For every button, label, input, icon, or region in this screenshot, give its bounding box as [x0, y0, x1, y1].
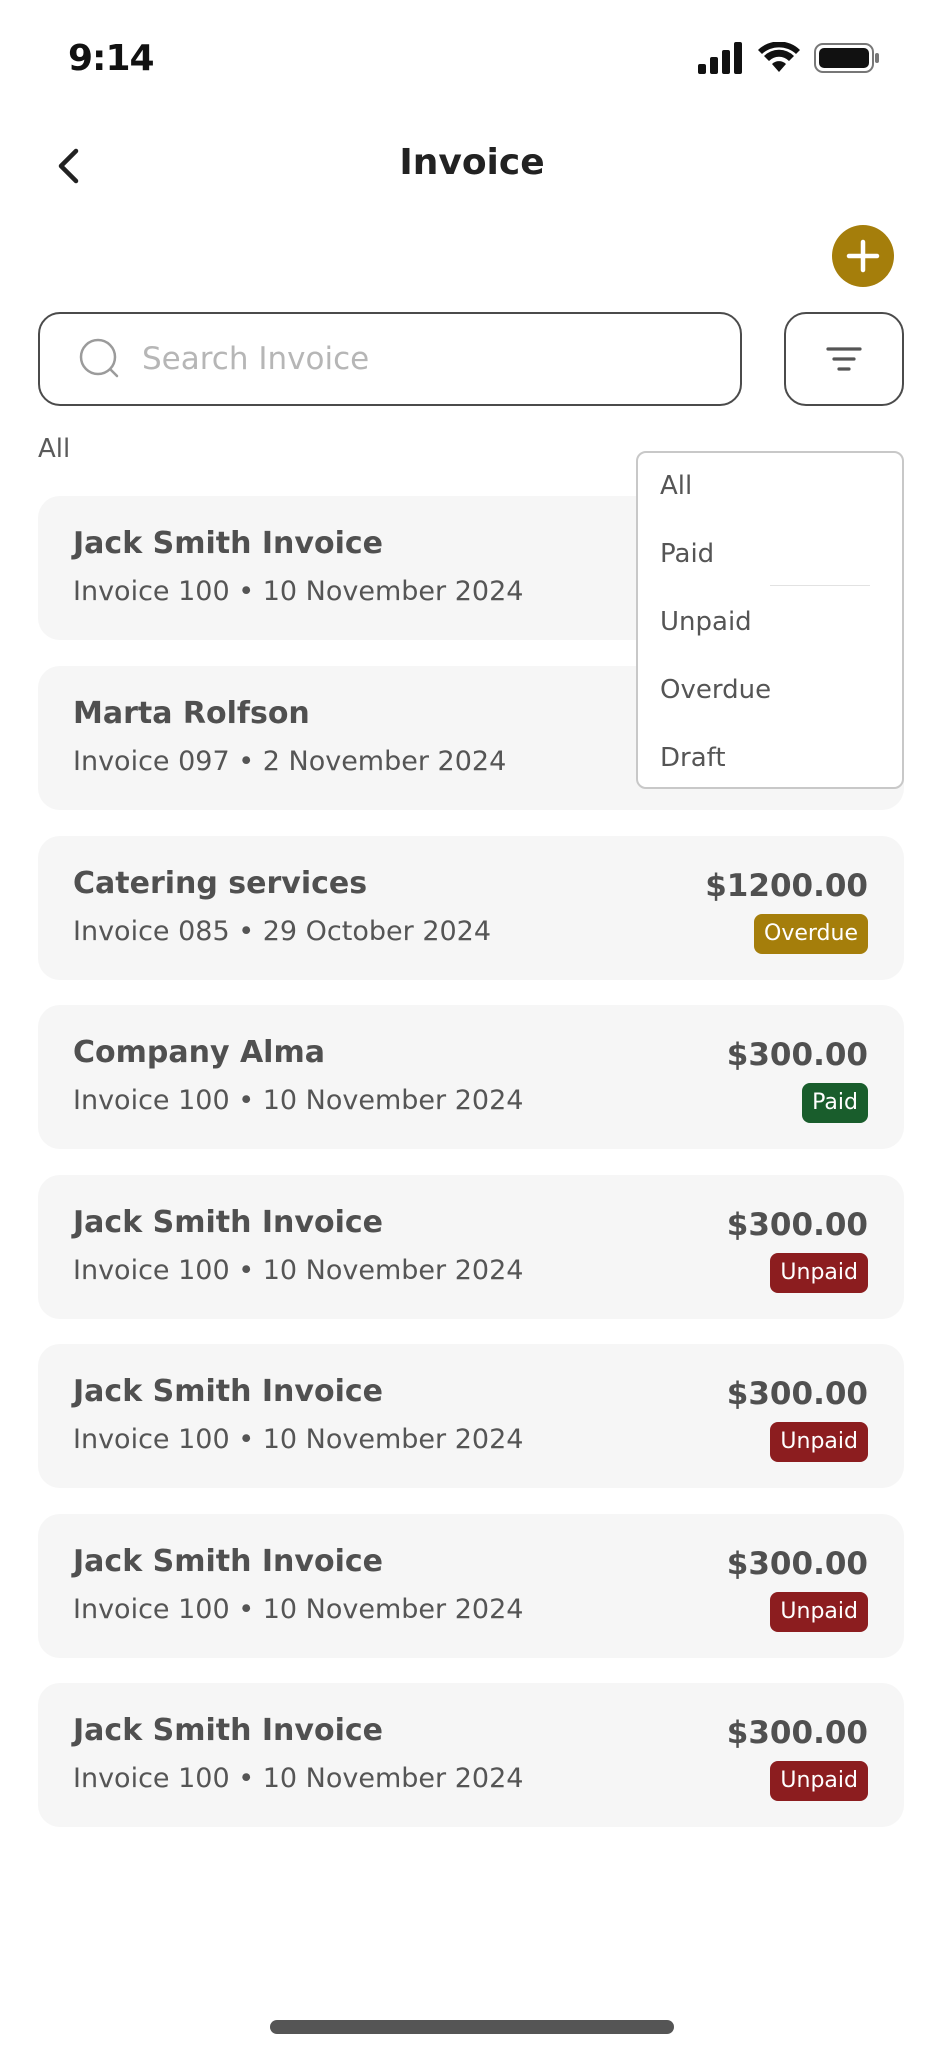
invoice-meta: Invoice 097 • 2 November 2024 [73, 746, 507, 777]
plus-icon [846, 239, 880, 273]
invoice-meta: Invoice 100 • 10 November 2024 [73, 1763, 524, 1794]
invoice-meta: Invoice 085 • 29 October 2024 [73, 916, 492, 947]
filter-option-all[interactable]: All [660, 471, 692, 501]
invoice-card[interactable]: Jack Smith Invoice Invoice 100 • 10 Nove… [38, 1175, 904, 1319]
invoice-meta: Invoice 100 • 10 November 2024 [73, 1594, 524, 1625]
invoice-name: Company Alma [73, 1035, 325, 1070]
search-input[interactable] [140, 340, 704, 378]
status-badge: Unpaid [770, 1253, 868, 1293]
invoice-amount: $300.00 [726, 1376, 868, 1412]
invoice-card[interactable]: Jack Smith Invoice Invoice 100 • 10 Nove… [38, 1683, 904, 1827]
invoice-amount: $300.00 [726, 1715, 868, 1751]
dropdown-divider [770, 585, 870, 586]
invoice-amount: $300.00 [726, 1546, 868, 1582]
battery-icon [814, 43, 879, 73]
page-title: Invoice [399, 142, 545, 183]
invoice-card[interactable]: Company Alma Invoice 100 • 10 November 2… [38, 1005, 904, 1149]
status-icons [698, 42, 880, 74]
search-bar[interactable] [38, 312, 742, 406]
cellular-signal-icon [698, 42, 742, 74]
invoice-meta: Invoice 100 • 10 November 2024 [73, 576, 524, 607]
invoice-meta: Invoice 100 • 10 November 2024 [73, 1085, 524, 1116]
invoice-name: Jack Smith Invoice [73, 526, 383, 561]
current-filter-label: All [38, 434, 71, 464]
filter-option-paid[interactable]: Paid [660, 539, 714, 569]
invoice-card[interactable]: Jack Smith Invoice Invoice 100 • 10 Nove… [38, 1514, 904, 1658]
invoice-name: Catering services [73, 866, 368, 901]
filter-option-overdue[interactable]: Overdue [660, 675, 771, 705]
invoice-name: Jack Smith Invoice [73, 1205, 383, 1240]
filter-option-draft[interactable]: Draft [660, 743, 726, 773]
filter-option-unpaid[interactable]: Unpaid [660, 607, 752, 637]
invoice-amount: $300.00 [726, 1037, 868, 1073]
invoice-card[interactable]: Jack Smith Invoice Invoice 100 • 10 Nove… [38, 1344, 904, 1488]
invoice-meta: Invoice 100 • 10 November 2024 [73, 1424, 524, 1455]
status-badge: Paid [802, 1083, 868, 1123]
filter-icon [826, 347, 862, 371]
status-badge: Unpaid [770, 1422, 868, 1462]
filter-dropdown: All Paid Unpaid Overdue Draft [636, 451, 904, 789]
status-time: 9:14 [68, 38, 155, 79]
invoice-meta: Invoice 100 • 10 November 2024 [73, 1255, 524, 1286]
status-badge: Overdue [754, 914, 868, 954]
invoice-amount: $300.00 [726, 1207, 868, 1243]
filter-button[interactable] [784, 312, 904, 406]
invoice-name: Jack Smith Invoice [73, 1713, 383, 1748]
search-icon [79, 338, 119, 378]
status-badge: Unpaid [770, 1761, 868, 1801]
status-badge: Unpaid [770, 1592, 868, 1632]
invoice-card[interactable]: Catering services Invoice 085 • 29 Octob… [38, 836, 904, 980]
wifi-icon [758, 42, 800, 72]
add-invoice-button[interactable] [832, 225, 894, 287]
invoice-name: Jack Smith Invoice [73, 1374, 383, 1409]
home-indicator [270, 2020, 674, 2034]
invoice-amount: $1200.00 [705, 868, 868, 904]
invoice-name: Jack Smith Invoice [73, 1544, 383, 1579]
invoice-name: Marta Rolfson [73, 696, 310, 731]
